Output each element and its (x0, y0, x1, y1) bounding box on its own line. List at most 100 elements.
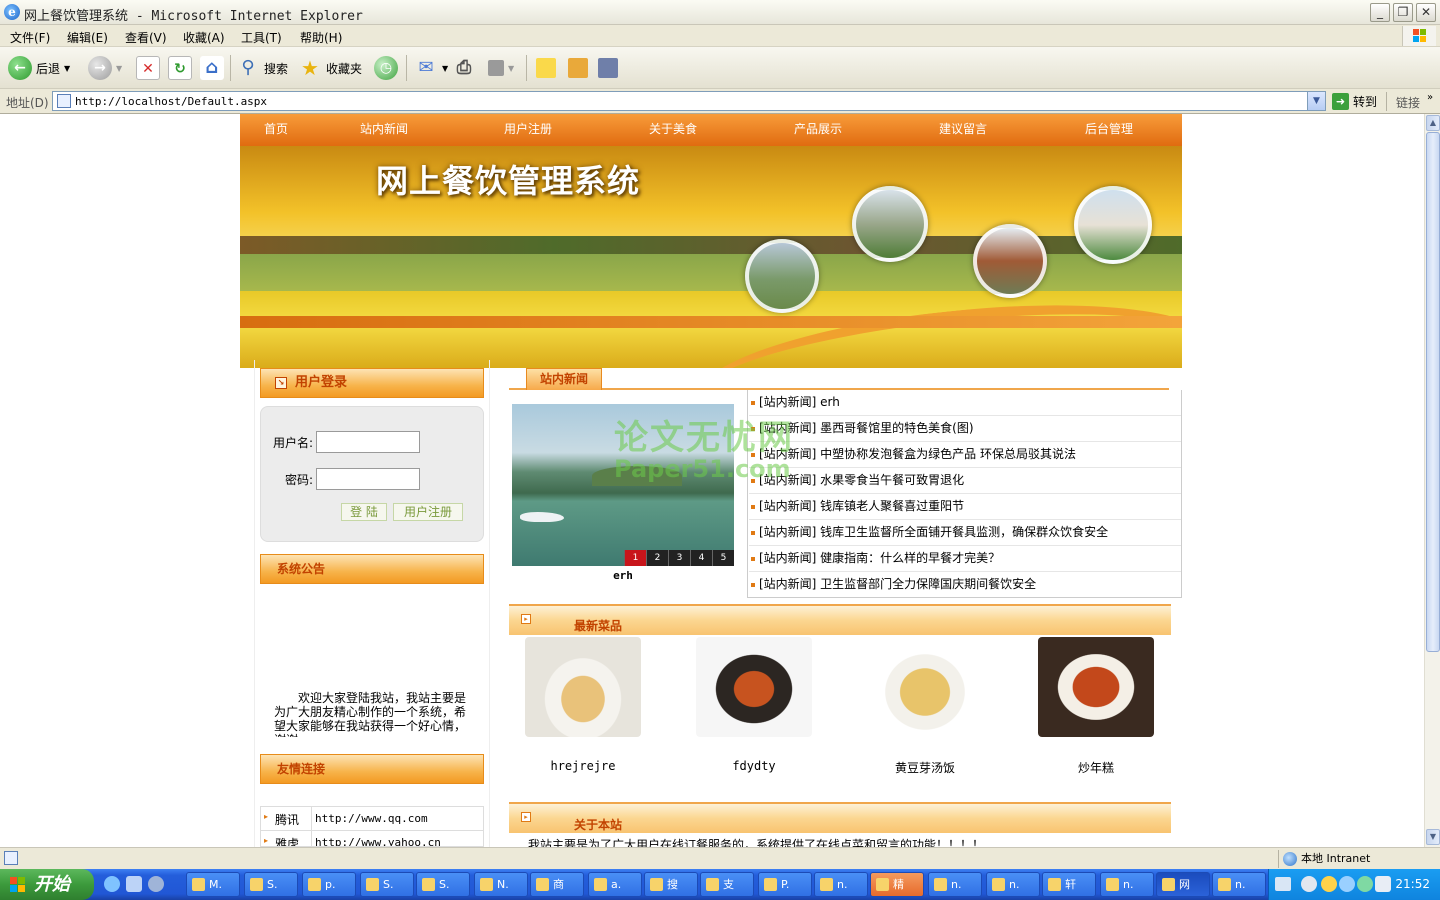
slide-5-button[interactable]: 5 (712, 550, 734, 566)
news-item[interactable]: [站内新闻] 钱库卫生监督所全面铺开餐具监测，确保群众饮食安全 (749, 520, 1181, 546)
password-input[interactable] (316, 468, 420, 490)
print-button[interactable]: ⎙ (452, 55, 476, 81)
news-item[interactable]: [站内新闻] 墨西哥餐馆里的特色美食(图) (749, 416, 1181, 442)
taskbar-button[interactable]: n. (986, 872, 1040, 897)
tray-collapse-icon[interactable] (1301, 876, 1317, 892)
edit-dropdown-icon[interactable]: ▼ (508, 64, 514, 73)
taskbar-button-active[interactable]: 网 (1156, 872, 1210, 897)
vertical-scrollbar[interactable]: ▲ ▼ (1424, 114, 1440, 847)
keyboard-icon[interactable] (1275, 877, 1291, 891)
nav-admin[interactable]: 后台管理 (1085, 114, 1133, 144)
address-input[interactable]: http://localhost/Default.aspx ▼ (52, 91, 1326, 111)
address-url[interactable]: http://localhost/Default.aspx (75, 95, 267, 108)
taskbar-button[interactable]: S. (360, 872, 414, 897)
slide-1-button[interactable]: 1 (624, 550, 646, 566)
clock[interactable]: 21:52 (1395, 877, 1430, 891)
slide-caption[interactable]: erh (512, 569, 734, 582)
taskbar-button[interactable]: 轩 (1042, 872, 1096, 897)
start-button[interactable]: 开始 (0, 869, 94, 900)
scroll-thumb[interactable] (1426, 132, 1440, 652)
stop-button[interactable]: ✕ (136, 55, 160, 81)
menu-help[interactable]: 帮助(H) (300, 29, 342, 46)
dish-name[interactable]: 炒年糕 (1011, 759, 1181, 776)
friend-link-row[interactable]: ▸ 腾讯 http://www.qq.com (261, 807, 483, 831)
qq-icon[interactable] (1321, 876, 1337, 892)
menu-tools[interactable]: 工具(T) (241, 29, 282, 46)
taskbar-button[interactable]: p. (302, 872, 356, 897)
mail-button[interactable]: ✉ ▼ (414, 55, 448, 81)
dish-image[interactable] (696, 637, 812, 737)
menu-view[interactable]: 查看(V) (125, 29, 167, 46)
news-item[interactable]: [站内新闻] erh (749, 390, 1181, 416)
close-button[interactable]: ✕ (1416, 3, 1436, 22)
forward-button[interactable]: → ▼ (88, 55, 122, 81)
tab-news[interactable]: 站内新闻 (526, 368, 602, 390)
search-button[interactable]: ⚲ 搜索 (236, 55, 288, 81)
dish-name[interactable]: 黄豆芽汤饭 (840, 759, 1010, 776)
slide-2-button[interactable]: 2 (646, 550, 668, 566)
volume-icon[interactable] (1375, 876, 1391, 892)
taskbar-button[interactable]: S. (244, 872, 298, 897)
slide-4-button[interactable]: 4 (690, 550, 712, 566)
back-dropdown-icon[interactable]: ▼ (64, 64, 70, 73)
forward-dropdown-icon[interactable]: ▼ (116, 64, 122, 73)
back-button[interactable]: ← 后退 ▼ (8, 55, 70, 81)
taskbar-button[interactable]: N. (474, 872, 528, 897)
register-button[interactable]: 用户注册 (393, 503, 463, 521)
scroll-up-icon[interactable]: ▲ (1426, 115, 1440, 131)
dish-name[interactable]: fdydty (669, 759, 839, 773)
taskbar-button[interactable]: n. (1212, 872, 1266, 897)
friend-link-url[interactable]: http://www.yahoo.cn (315, 836, 441, 846)
taskbar-button[interactable]: a. (588, 872, 642, 897)
menu-edit[interactable]: 编辑(E) (67, 29, 108, 46)
news-item[interactable]: [站内新闻] 中塑协称发泡餐盒为绿色产品 环保总局驳其说法 (749, 442, 1181, 468)
menu-file[interactable]: 文件(F) (10, 29, 50, 46)
messenger-button[interactable] (598, 55, 618, 81)
go-button[interactable]: ➜ 转到 (1332, 92, 1377, 111)
home-button[interactable]: ⌂ (200, 55, 224, 81)
dish-image[interactable] (867, 637, 983, 737)
taskbar-button[interactable]: n. (1100, 872, 1154, 897)
menu-favorites[interactable]: 收藏(A) (183, 29, 225, 46)
friend-link-name[interactable]: 腾讯 (275, 811, 299, 828)
edit-button[interactable]: ▼ (488, 55, 514, 81)
news-item[interactable]: [站内新闻] 健康指南：什么样的早餐才完美？ (749, 546, 1181, 572)
taskbar-button[interactable]: n. (928, 872, 982, 897)
taskbar-button[interactable]: 搜 (644, 872, 698, 897)
taskbar-button[interactable]: M. (186, 872, 240, 897)
news-item[interactable]: [站内新闻] 卫生监督部门全力保障国庆期间餐饮安全 (749, 572, 1181, 598)
nav-guestbook[interactable]: 建议留言 (939, 114, 987, 144)
taskbar-button[interactable]: P. (758, 872, 812, 897)
maximize-button[interactable]: ❐ (1393, 3, 1413, 22)
friend-link-url[interactable]: http://www.qq.com (315, 812, 428, 825)
refresh-button[interactable]: ↻ (168, 55, 192, 81)
nav-home[interactable]: 首页 (264, 114, 288, 144)
friend-link-name[interactable]: 雅虎 (275, 835, 299, 846)
history-button[interactable]: ◷ (374, 55, 398, 81)
taskbar-button[interactable]: S. (416, 872, 470, 897)
news-item[interactable]: [站内新闻] 钱库镇老人聚餐喜过重阳节 (749, 494, 1181, 520)
dish-name[interactable]: hrejrejre (498, 759, 668, 773)
desktop-quicklaunch-icon[interactable] (126, 876, 142, 892)
friend-link-row[interactable]: ▸ 雅虎 http://www.yahoo.cn (261, 831, 483, 846)
login-button[interactable]: 登 陆 (341, 503, 387, 521)
media-quicklaunch-icon[interactable] (148, 876, 164, 892)
slide-3-button[interactable]: 3 (668, 550, 690, 566)
dish-image[interactable] (1038, 637, 1154, 737)
dish-image[interactable] (525, 637, 641, 737)
taskbar-button[interactable]: 商 (530, 872, 584, 897)
network-icon[interactable] (1339, 876, 1355, 892)
nav-news[interactable]: 站内新闻 (360, 114, 408, 144)
favorites-button[interactable]: ★ 收藏夹 (298, 55, 362, 81)
taskbar-button[interactable]: 精 (870, 872, 924, 897)
mail-dropdown-icon[interactable]: ▼ (442, 64, 448, 73)
research-button[interactable] (568, 55, 588, 81)
address-dropdown-icon[interactable]: ▼ (1307, 92, 1325, 110)
minimize-button[interactable]: _ (1370, 3, 1390, 22)
nav-register[interactable]: 用户注册 (504, 114, 552, 144)
scroll-down-icon[interactable]: ▼ (1426, 829, 1440, 845)
ie-quicklaunch-icon[interactable] (104, 876, 120, 892)
tray-app-icon[interactable] (1357, 876, 1373, 892)
news-item[interactable]: [站内新闻] 水果零食当午餐可致胃退化 (749, 468, 1181, 494)
links-chevron-icon[interactable]: » (1427, 92, 1433, 103)
